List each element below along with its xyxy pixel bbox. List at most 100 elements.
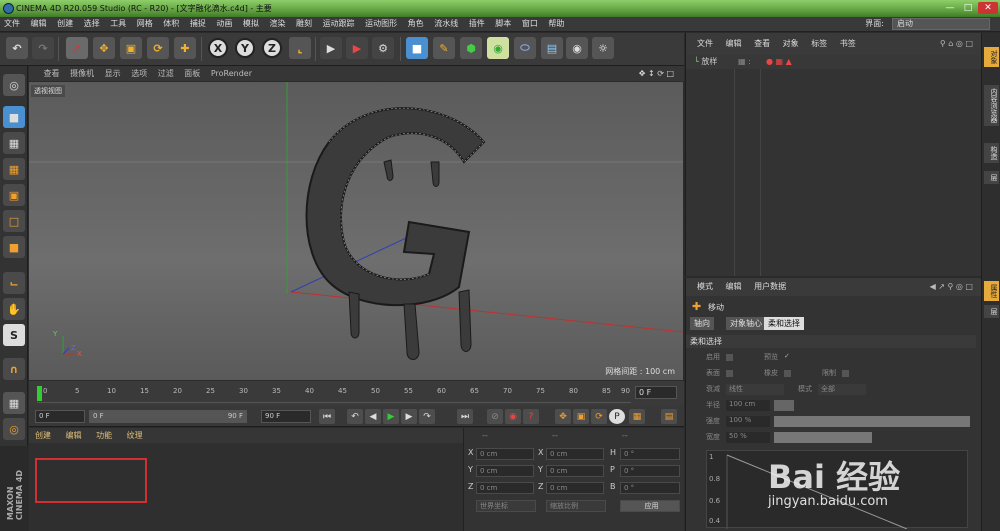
attr-menu-edit[interactable]: 编辑 bbox=[721, 278, 747, 296]
vtab-content-browser[interactable]: 内容浏览器 bbox=[984, 85, 999, 126]
scale-mode-select[interactable]: 缩放比例 bbox=[546, 500, 606, 512]
grid-icon[interactable]: ◎ bbox=[3, 418, 25, 440]
menu-help[interactable]: 帮助 bbox=[544, 17, 568, 31]
vtab-objects[interactable]: 对象 bbox=[984, 47, 999, 67]
menu-script[interactable]: 脚本 bbox=[491, 17, 515, 31]
tab-soft-selection[interactable]: 柔和选择 bbox=[764, 317, 804, 330]
key-pla-icon[interactable]: ▦ bbox=[629, 409, 645, 424]
pos-x-field[interactable]: 0 cm bbox=[476, 448, 534, 460]
viewport-menu-filter[interactable]: 过滤 bbox=[154, 66, 178, 81]
attr-nav-icons[interactable]: ◀ ↗ ⚲ ◎ □ bbox=[925, 278, 978, 296]
enable-axis-icon[interactable]: ⌙ bbox=[3, 272, 25, 294]
pos-z-field[interactable]: 0 cm bbox=[476, 482, 534, 494]
light-icon[interactable]: ☼ bbox=[592, 37, 614, 59]
play-icon[interactable]: ▶ bbox=[383, 409, 399, 424]
workplane-icon[interactable]: ▦ bbox=[3, 158, 25, 180]
record-keys-icon[interactable]: ◉ bbox=[505, 409, 521, 424]
minimize-icon[interactable]: — bbox=[942, 2, 958, 14]
next-key-icon[interactable]: ↷ bbox=[419, 409, 435, 424]
polygons-mode-icon[interactable]: ■ bbox=[3, 236, 25, 258]
coordinate-system-icon[interactable]: ⌞ bbox=[289, 37, 311, 59]
edges-mode-icon[interactable]: □ bbox=[3, 210, 25, 232]
key-position-icon[interactable]: ✥ bbox=[555, 409, 571, 424]
axis-z-icon[interactable]: Z bbox=[262, 38, 282, 58]
timeline[interactable]: 0 5 10 15 20 25 30 35 40 45 50 55 60 65 … bbox=[29, 381, 684, 406]
pen-icon[interactable]: ✎ bbox=[433, 37, 455, 59]
subdivision-icon[interactable]: ⬢ bbox=[460, 37, 482, 59]
axis-y-icon[interactable]: Y bbox=[235, 38, 255, 58]
tab-object-axis[interactable]: 对象轴心 bbox=[726, 317, 766, 330]
object-row-loft[interactable]: └ 放样 ▦ : ● ▦ ▲ bbox=[686, 55, 982, 69]
object-menu-edit[interactable]: 编辑 bbox=[721, 33, 747, 55]
model-mode-icon[interactable]: ■ bbox=[3, 106, 25, 128]
undo-icon[interactable]: ↶ bbox=[6, 37, 28, 59]
strength-slider[interactable] bbox=[774, 416, 970, 427]
interface-select[interactable]: 启动 bbox=[892, 18, 990, 30]
prev-key-icon[interactable]: ↶ bbox=[347, 409, 363, 424]
range-slider[interactable]: 0 F 90 F bbox=[89, 410, 247, 423]
auto-key-icon[interactable]: ? bbox=[523, 409, 539, 424]
menu-sculpt[interactable]: 雕刻 bbox=[292, 17, 316, 31]
menu-render[interactable]: 渲染 bbox=[265, 17, 289, 31]
start-frame-field[interactable]: 0 F bbox=[35, 410, 85, 423]
make-editable-icon[interactable]: ◎ bbox=[3, 74, 25, 96]
enable-checkbox[interactable] bbox=[726, 354, 733, 361]
size-x-field[interactable]: 0 cm bbox=[546, 448, 604, 460]
menu-snap[interactable]: 捕捉 bbox=[186, 17, 210, 31]
material-menu-create[interactable]: 创建 bbox=[29, 428, 57, 443]
menu-edit[interactable]: 编辑 bbox=[27, 17, 51, 31]
menu-volume[interactable]: 体积 bbox=[159, 17, 183, 31]
vtab-layers-top[interactable]: 层 bbox=[984, 171, 999, 184]
goto-end-icon[interactable]: ⏭ bbox=[457, 409, 473, 424]
menu-create[interactable]: 创建 bbox=[53, 17, 77, 31]
menu-simulate[interactable]: 模拟 bbox=[239, 17, 263, 31]
close-icon[interactable]: ✕ bbox=[978, 2, 998, 14]
perspective-viewport[interactable]: 透视视图 Y X Z 网格间距 : 100 cm bbox=[29, 82, 683, 380]
menu-plugins[interactable]: 插件 bbox=[465, 17, 489, 31]
menu-mograph[interactable]: 运动图形 bbox=[361, 17, 401, 31]
record-disabled-icon[interactable]: ⊘ bbox=[487, 409, 503, 424]
restrict-checkbox[interactable] bbox=[842, 370, 849, 377]
viewport-menu-panel[interactable]: 面板 bbox=[180, 66, 204, 81]
size-y-field[interactable]: 0 cm bbox=[546, 465, 604, 477]
object-search-icon[interactable]: ⚲ ⌂ ◎ □ bbox=[935, 33, 978, 55]
end-frame-field[interactable]: 90 F bbox=[261, 410, 311, 423]
key-parameter-icon[interactable]: P bbox=[609, 409, 625, 424]
lock-workplane-icon[interactable]: ▦ bbox=[3, 392, 25, 414]
radius-field[interactable]: 100 cm bbox=[726, 400, 770, 411]
object-menu-file[interactable]: 文件 bbox=[692, 33, 718, 55]
attr-menu-userdata[interactable]: 用户数据 bbox=[749, 278, 791, 296]
object-menu-view[interactable]: 查看 bbox=[749, 33, 775, 55]
vtab-layers[interactable]: 层 bbox=[984, 305, 999, 318]
material-menu-edit[interactable]: 编辑 bbox=[60, 428, 88, 443]
next-frame-icon[interactable]: ▶ bbox=[401, 409, 417, 424]
render-settings-icon[interactable]: ⚙ bbox=[372, 37, 394, 59]
viewport-nav-icons[interactable]: ✥ ↕ ⟳ □ bbox=[635, 66, 678, 81]
menu-pipeline[interactable]: 流水线 bbox=[430, 17, 462, 31]
size-z-field[interactable]: 0 cm bbox=[546, 482, 604, 494]
tweak-icon[interactable]: ✋ bbox=[3, 298, 25, 320]
viewport-menu-prorender[interactable]: ProRender bbox=[207, 66, 256, 81]
melting-g-mesh[interactable] bbox=[305, 107, 486, 360]
camera-icon[interactable]: ◉ bbox=[566, 37, 588, 59]
points-mode-icon[interactable]: ▣ bbox=[3, 184, 25, 206]
floor-icon[interactable]: ▤ bbox=[541, 37, 563, 59]
render-picture-viewer-icon[interactable]: ▶ bbox=[346, 37, 368, 59]
timeline-ruler[interactable]: 0 5 10 15 20 25 30 35 40 45 50 55 60 65 … bbox=[37, 384, 631, 403]
prev-frame-icon[interactable]: ◀ bbox=[365, 409, 381, 424]
viewport-menu-display[interactable]: 显示 bbox=[101, 66, 125, 81]
maximize-icon[interactable]: □ bbox=[960, 2, 976, 14]
snap-icon[interactable]: S bbox=[3, 324, 25, 346]
surface-checkbox[interactable] bbox=[726, 370, 733, 377]
render-view-icon[interactable]: ▶ bbox=[320, 37, 342, 59]
object-menu-objects[interactable]: 对象 bbox=[778, 33, 804, 55]
attr-menu-mode[interactable]: 模式 bbox=[692, 278, 718, 296]
magnet-icon[interactable]: ∩ bbox=[3, 358, 25, 380]
deformer-icon[interactable]: ⬭ bbox=[514, 37, 536, 59]
cube-icon[interactable]: ■ bbox=[406, 37, 428, 59]
rot-p-field[interactable]: 0 ° bbox=[620, 465, 680, 477]
rubber-checkbox[interactable] bbox=[784, 370, 791, 377]
vtab-structure[interactable]: 构造 bbox=[984, 143, 999, 163]
rot-b-field[interactable]: 0 ° bbox=[620, 482, 680, 494]
menu-character[interactable]: 角色 bbox=[404, 17, 428, 31]
